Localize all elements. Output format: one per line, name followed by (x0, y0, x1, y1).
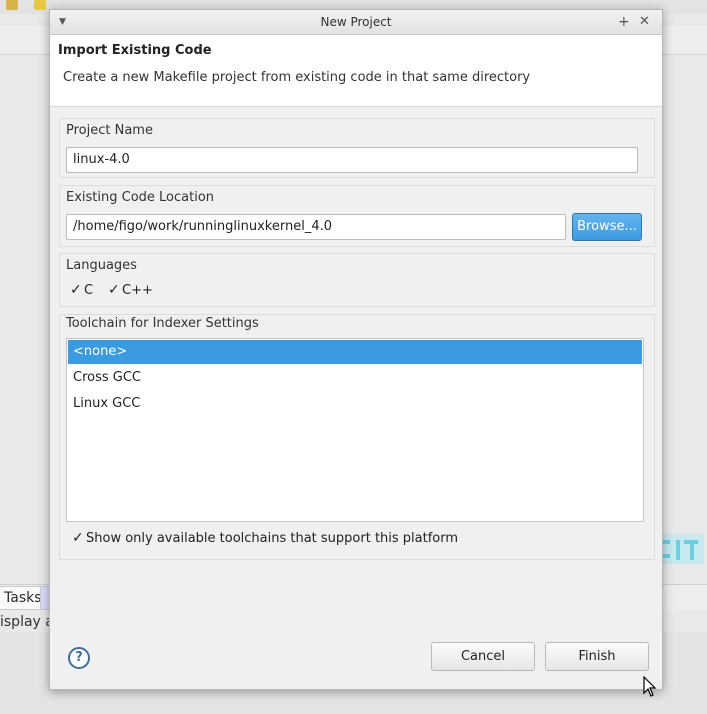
toolchain-label: Toolchain for Indexer Settings (66, 316, 259, 331)
project-name-label: Project Name (66, 123, 153, 138)
wizard-description: Create a new Makefile project from exist… (63, 70, 531, 85)
show-only-available-checkbox[interactable]: ✓ Show only available toolchains that sup… (72, 529, 458, 547)
mouse-cursor-icon (643, 676, 657, 697)
help-icon[interactable]: ? (68, 647, 90, 669)
checkmark-icon: ✓ (108, 282, 120, 298)
dialog-title: New Project (320, 15, 392, 29)
languages-label: Languages (66, 258, 137, 273)
toolbar-icon[interactable] (6, 0, 18, 10)
toolbar-icon[interactable] (34, 0, 46, 10)
browse-button[interactable]: Browse... (572, 213, 642, 241)
language-c-checkbox[interactable]: ✓ C (70, 281, 93, 299)
toolchain-list[interactable]: <none> Cross GCC Linux GCC (66, 338, 644, 522)
close-icon[interactable]: ✕ (639, 10, 650, 34)
background-status-text: isplay a (0, 614, 54, 630)
project-name-input[interactable]: linux-4.0 (66, 147, 638, 173)
list-item[interactable]: Linux GCC (68, 392, 642, 416)
language-cpp-label: C++ (122, 283, 153, 298)
code-location-input[interactable]: /home/figo/work/runninglinuxkernel_4.0 (66, 214, 566, 240)
checkmark-icon: ✓ (72, 530, 84, 546)
code-location-label: Existing Code Location (66, 190, 215, 205)
wizard-header: Import Existing Code Create a new Makefi… (50, 35, 662, 107)
maximize-icon[interactable]: + (618, 10, 630, 34)
show-only-available-label: Show only available toolchains that supp… (86, 531, 459, 546)
dialog-titlebar[interactable]: ▼ New Project + ✕ (50, 10, 662, 35)
list-item[interactable]: Cross GCC (68, 366, 642, 390)
cancel-button[interactable]: Cancel (431, 642, 535, 671)
checkmark-icon: ✓ (70, 282, 82, 298)
list-item[interactable]: <none> (68, 340, 642, 364)
new-project-dialog: ▼ New Project + ✕ Import Existing Code C… (49, 9, 663, 690)
wizard-title: Import Existing Code (58, 43, 212, 58)
language-cpp-checkbox[interactable]: ✓ C++ (108, 281, 153, 299)
language-c-label: C (84, 283, 94, 298)
finish-button[interactable]: Finish (545, 642, 649, 671)
